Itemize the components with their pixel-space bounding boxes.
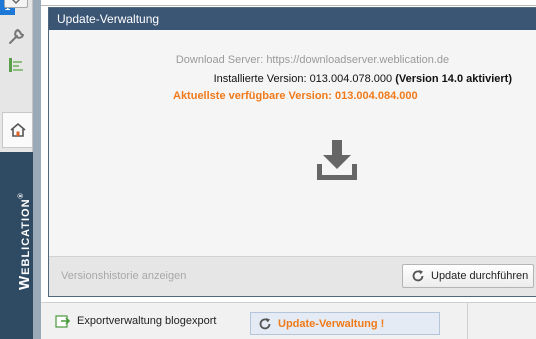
latest-version-line: Aktuellste verfügbare Version: 013.004.0… — [173, 90, 418, 102]
task-item-update[interactable]: Update-Verwaltung ! — [250, 312, 440, 335]
installed-version-value: 013.004.078.000 — [309, 73, 393, 85]
bar-chart-icon — [9, 58, 23, 72]
task-bar: Exportverwaltung blogexport Update-Verwa… — [41, 302, 536, 339]
frame-border — [33, 0, 41, 339]
refresh-icon — [259, 317, 271, 329]
brand-logo: Weblication® — [16, 192, 33, 290]
sidebar-top-button[interactable] — [4, 0, 28, 8]
task-item-export-label: Exportverwaltung blogexport — [77, 315, 217, 327]
wrench-icon — [9, 28, 25, 44]
taskbar-divider — [467, 303, 468, 339]
run-update-label: Update durchführen — [431, 270, 529, 282]
export-icon — [55, 315, 71, 328]
sidebar-item-statistics[interactable] — [4, 54, 28, 76]
expand-icon — [12, 0, 20, 4]
latest-version-label: Aktuellste verfügbare Version: — [173, 90, 332, 102]
home-icon — [9, 122, 26, 137]
left-sidebar: 1 Weblication® — [0, 0, 33, 339]
download-icon — [317, 140, 357, 180]
task-item-update-label: Update-Verwaltung ! — [278, 317, 385, 330]
version-history-link[interactable]: Versionshistorie anzeigen — [61, 270, 186, 282]
run-update-button[interactable]: Update durchführen — [402, 264, 534, 288]
installed-version-note: (Version 14.0 aktiviert) — [395, 73, 512, 85]
sidebar-item-tools[interactable] — [4, 26, 28, 48]
dialog-body: Download Server: https://downloadserver.… — [49, 30, 536, 259]
installed-version-line: Installierte Version: 013.004.078.000 (V… — [214, 73, 512, 85]
download-server-text: Download Server: https://downloadserver.… — [175, 54, 450, 66]
latest-version-value: 013.004.084.000 — [335, 90, 418, 102]
sidebar-item-home[interactable] — [2, 112, 32, 148]
dialog-footer: Versionshistorie anzeigen Update durchfü… — [49, 256, 536, 296]
installed-version-label: Installierte Version: — [213, 73, 307, 85]
task-item-export[interactable]: Exportverwaltung blogexport — [55, 314, 216, 328]
top-strip — [41, 0, 536, 6]
update-dialog: Update-Verwaltung Download Server: https… — [48, 7, 536, 297]
dialog-title: Update-Verwaltung — [49, 8, 536, 30]
refresh-icon — [412, 270, 424, 282]
